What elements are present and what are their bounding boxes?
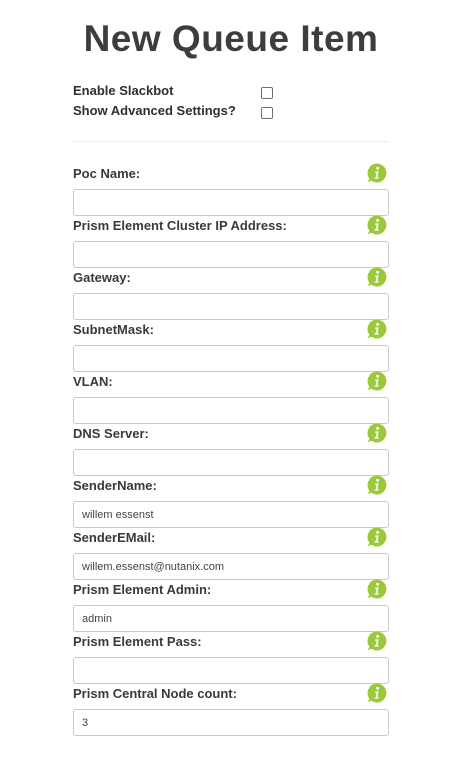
info-icon[interactable] (366, 578, 388, 600)
prism-central-node-count-input[interactable] (73, 709, 389, 736)
info-icon[interactable] (366, 630, 388, 652)
gateway-input[interactable] (73, 293, 389, 320)
info-icon[interactable] (366, 370, 388, 392)
sender-email-input[interactable] (73, 553, 389, 580)
sender-name-label: SenderName: (73, 478, 157, 493)
show-advanced-settings-checkbox[interactable] (261, 107, 273, 119)
subnet-mask-field: SubnetMask: (73, 319, 389, 374)
show-advanced-settings-label: Show Advanced Settings? (73, 103, 236, 118)
poc-name-input[interactable] (73, 189, 389, 216)
info-icon[interactable] (366, 474, 388, 496)
sender-name-input[interactable] (73, 501, 389, 528)
prism-element-pass-field: Prism Element Pass: (73, 631, 389, 686)
sender-name-field: SenderName: (73, 475, 389, 530)
subnet-mask-label: SubnetMask: (73, 322, 154, 337)
dns-server-field: DNS Server: (73, 423, 389, 478)
info-icon[interactable] (366, 526, 388, 548)
vlan-field: VLAN: (73, 371, 389, 426)
prism-element-admin-label: Prism Element Admin: (73, 582, 212, 597)
info-icon[interactable] (366, 162, 388, 184)
gateway-field: Gateway: (73, 267, 389, 322)
page-title: New Queue Item (83, 18, 379, 59)
info-icon[interactable] (366, 422, 388, 444)
poc-name-field: Poc Name: (73, 163, 389, 218)
info-icon[interactable] (366, 682, 388, 704)
gateway-label: Gateway: (73, 270, 131, 285)
poc-name-label: Poc Name: (73, 166, 141, 181)
subnet-mask-input[interactable] (73, 345, 389, 372)
dns-server-label: DNS Server: (73, 426, 149, 441)
prism-element-admin-field: Prism Element Admin: (73, 579, 389, 634)
enable-slackbot-label: Enable Slackbot (73, 83, 174, 98)
divider (73, 141, 389, 142)
info-icon[interactable] (366, 266, 388, 288)
sender-email-label: SenderEMail: (73, 530, 156, 545)
info-icon[interactable] (366, 214, 388, 236)
dns-server-input[interactable] (73, 449, 389, 476)
prism-element-admin-input[interactable] (73, 605, 389, 632)
info-icon[interactable] (366, 318, 388, 340)
prism-central-node-count-label: Prism Central Node count: (73, 686, 237, 701)
sender-email-field: SenderEMail: (73, 527, 389, 582)
enable-slackbot-row: Enable Slackbot (73, 83, 283, 101)
vlan-label: VLAN: (73, 374, 113, 389)
show-advanced-settings-row: Show Advanced Settings? (73, 103, 283, 121)
cluster-ip-field: Prism Element Cluster IP Address: (73, 215, 389, 270)
cluster-ip-label: Prism Element Cluster IP Address: (73, 218, 287, 233)
prism-element-pass-input[interactable] (73, 657, 389, 684)
vlan-input[interactable] (73, 397, 389, 424)
enable-slackbot-checkbox[interactable] (261, 87, 273, 99)
cluster-ip-input[interactable] (73, 241, 389, 268)
prism-element-pass-label: Prism Element Pass: (73, 634, 202, 649)
prism-central-node-count-field: Prism Central Node count: (73, 683, 389, 738)
